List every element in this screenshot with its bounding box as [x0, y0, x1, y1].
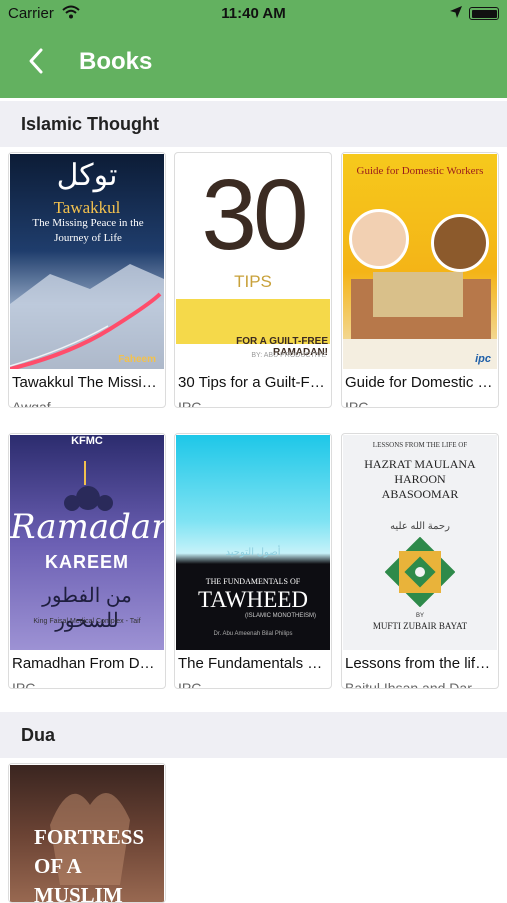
cover-title: TAWHEED	[197, 587, 308, 612]
cover-subtitle: KAREEM	[44, 552, 129, 572]
location-arrow-icon	[450, 6, 462, 18]
book-title: Ramadhan From Dawn to Dusk	[12, 655, 162, 672]
book-publisher: IPC	[178, 399, 202, 408]
book-title: Tawakkul The Missing Peace in the Journe…	[12, 374, 162, 391]
cover-small-title: THE FUNDAMENTALS OF	[205, 577, 301, 586]
book-cover: أصول التوحيد THE FUNDAMENTALS OF TAWHEED…	[176, 435, 330, 650]
book-title: The Fundamentals of Tawheed	[178, 655, 328, 672]
book-cover: 30 TIPS FOR A GUILT-FREE RAMADAN! BY: AB…	[176, 154, 330, 369]
section-header-dua: Dua	[0, 712, 507, 758]
book-card[interactable]: FORTRESS OF A MUSLIM	[8, 763, 166, 903]
nav-bar: Books	[0, 26, 507, 98]
page-title: Books	[79, 48, 153, 75]
cover-subtitle: The Missing Peace in the Journey of Life	[32, 217, 144, 244]
book-publisher: Awqaf	[12, 399, 51, 408]
cover-tips: TIPS	[234, 272, 272, 291]
book-publisher: IPC	[345, 399, 369, 408]
cover-author: Dr. Abu Ameenah Bilal Philips	[213, 631, 293, 637]
cover-title: Ramadan	[10, 507, 164, 547]
battery-icon	[469, 7, 499, 20]
cover-number: 30	[201, 159, 308, 271]
book-cover: FORTRESS OF A MUSLIM	[10, 765, 164, 903]
cover-top: LESSONS FROM THE LIFE OF	[372, 441, 468, 449]
book-card[interactable]: Guide for Domestic Workers ipc Guide for…	[341, 152, 499, 408]
cover-subtitle: (ISLAMIC MONOTHEISM)	[244, 613, 316, 619]
cover-by: BY	[415, 613, 424, 619]
cover-title: Guide for Domestic Workers	[356, 165, 484, 177]
cover-title: HAZRAT MAULANA HAROON ABASOOMAR	[364, 457, 476, 501]
book-title: 30 Tips for a Guilt-Free Ramadan	[178, 374, 328, 391]
book-card[interactable]: أصول التوحيد THE FUNDAMENTALS OF TAWHEED…	[174, 433, 332, 689]
book-card[interactable]: 30 TIPS FOR A GUILT-FREE RAMADAN! BY: AB…	[174, 152, 332, 408]
book-cover: KFMC Ramadan KAREEM من الفطور للسحور Kin…	[10, 435, 164, 650]
status-bar: Carrier 11:40 AM	[0, 0, 507, 26]
section-header-islamic-thought: Islamic Thought	[0, 101, 507, 147]
decorative-pattern-icon	[385, 537, 455, 607]
book-card[interactable]: توكل Tawakkul The Missing Peace in the J…	[8, 152, 166, 408]
book-title: Lessons from the life of Hazrat Maulana …	[345, 655, 495, 672]
cover-author: MUFTI ZUBAIR BAYAT	[372, 621, 468, 631]
book-cover: LESSONS FROM THE LIFE OF HAZRAT MAULANA …	[343, 435, 497, 650]
cover-title: Tawakkul	[53, 198, 121, 217]
book-publisher: IPC	[12, 680, 36, 689]
book-cover: Guide for Domestic Workers ipc	[343, 154, 497, 369]
book-title: Guide for Domestic Workers	[345, 374, 495, 391]
book-publisher: IPC	[178, 680, 202, 689]
book-card[interactable]: KFMC Ramadan KAREEM من الفطور للسحور Kin…	[8, 433, 166, 689]
book-card[interactable]: LESSONS FROM THE LIFE OF HAZRAT MAULANA …	[341, 433, 499, 689]
book-cover: توكل Tawakkul The Missing Peace in the J…	[10, 154, 164, 369]
cover-byline: BY: ABU PRODUCTIVE	[251, 352, 326, 359]
cover-logo: ipc	[475, 353, 491, 365]
back-button[interactable]	[22, 46, 52, 76]
cover-caption: King Faisal Medical Complex - Taif	[33, 618, 141, 625]
cover-author: Faheem	[118, 354, 156, 365]
cover-top: KFMC	[71, 435, 103, 447]
book-publisher: Baitul Ihsan and Dar...	[345, 680, 483, 689]
cover-title: FORTRESS OF A MUSLIM	[34, 825, 145, 903]
status-time: 11:40 AM	[221, 5, 286, 22]
